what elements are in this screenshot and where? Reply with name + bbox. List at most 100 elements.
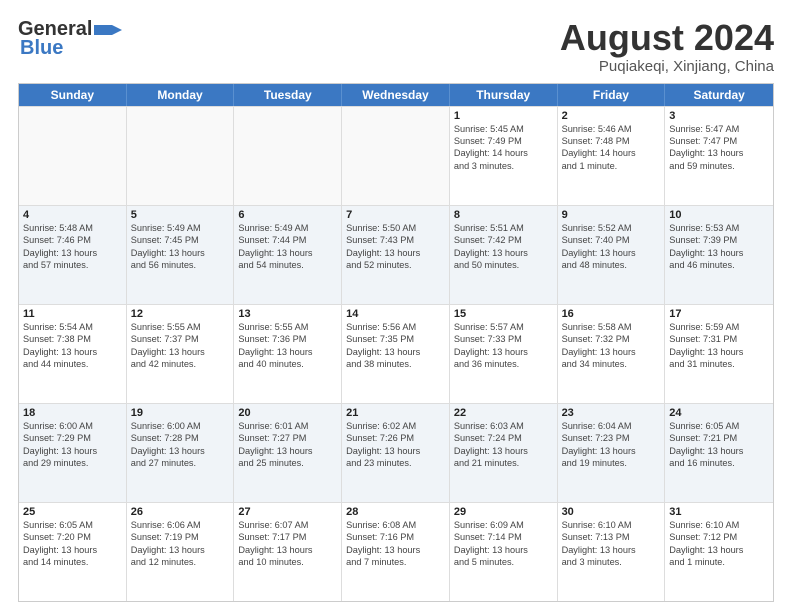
day-info: Sunrise: 6:03 AM Sunset: 7:24 PM Dayligh… [454,420,553,470]
calendar-cell: 9Sunrise: 5:52 AM Sunset: 7:40 PM Daylig… [558,206,666,304]
day-info: Sunrise: 5:50 AM Sunset: 7:43 PM Dayligh… [346,222,445,272]
day-number: 15 [454,308,553,320]
logo: General Blue [18,18,122,60]
day-info: Sunrise: 6:09 AM Sunset: 7:14 PM Dayligh… [454,519,553,569]
day-number: 17 [669,308,769,320]
day-number: 1 [454,110,553,122]
day-number: 10 [669,209,769,221]
day-info: Sunrise: 5:46 AM Sunset: 7:48 PM Dayligh… [562,123,661,173]
calendar-cell [127,107,235,205]
day-number: 19 [131,407,230,419]
calendar-cell: 8Sunrise: 5:51 AM Sunset: 7:42 PM Daylig… [450,206,558,304]
day-info: Sunrise: 6:08 AM Sunset: 7:16 PM Dayligh… [346,519,445,569]
day-info: Sunrise: 6:07 AM Sunset: 7:17 PM Dayligh… [238,519,337,569]
day-info: Sunrise: 5:57 AM Sunset: 7:33 PM Dayligh… [454,321,553,371]
calendar-cell: 3Sunrise: 5:47 AM Sunset: 7:47 PM Daylig… [665,107,773,205]
day-info: Sunrise: 6:01 AM Sunset: 7:27 PM Dayligh… [238,420,337,470]
calendar-cell: 1Sunrise: 5:45 AM Sunset: 7:49 PM Daylig… [450,107,558,205]
calendar-cell [234,107,342,205]
calendar-cell: 28Sunrise: 6:08 AM Sunset: 7:16 PM Dayli… [342,503,450,601]
calendar-cell: 11Sunrise: 5:54 AM Sunset: 7:38 PM Dayli… [19,305,127,403]
day-number: 21 [346,407,445,419]
day-number: 27 [238,506,337,518]
day-number: 24 [669,407,769,419]
weekday-header: Saturday [665,84,773,106]
day-info: Sunrise: 5:53 AM Sunset: 7:39 PM Dayligh… [669,222,769,272]
day-info: Sunrise: 5:49 AM Sunset: 7:44 PM Dayligh… [238,222,337,272]
calendar: SundayMondayTuesdayWednesdayThursdayFrid… [18,83,774,602]
weekday-header: Thursday [450,84,558,106]
day-info: Sunrise: 6:05 AM Sunset: 7:20 PM Dayligh… [23,519,122,569]
day-info: Sunrise: 5:47 AM Sunset: 7:47 PM Dayligh… [669,123,769,173]
calendar-cell: 7Sunrise: 5:50 AM Sunset: 7:43 PM Daylig… [342,206,450,304]
day-number: 26 [131,506,230,518]
day-info: Sunrise: 5:55 AM Sunset: 7:37 PM Dayligh… [131,321,230,371]
calendar-cell: 27Sunrise: 6:07 AM Sunset: 7:17 PM Dayli… [234,503,342,601]
logo-blue-text: Blue [20,37,63,60]
day-info: Sunrise: 6:06 AM Sunset: 7:19 PM Dayligh… [131,519,230,569]
day-number: 23 [562,407,661,419]
day-info: Sunrise: 6:02 AM Sunset: 7:26 PM Dayligh… [346,420,445,470]
calendar-row: 4Sunrise: 5:48 AM Sunset: 7:46 PM Daylig… [19,205,773,304]
calendar-cell [342,107,450,205]
day-info: Sunrise: 5:54 AM Sunset: 7:38 PM Dayligh… [23,321,122,371]
day-number: 2 [562,110,661,122]
day-number: 13 [238,308,337,320]
calendar-body: 1Sunrise: 5:45 AM Sunset: 7:49 PM Daylig… [19,106,773,601]
calendar-row: 25Sunrise: 6:05 AM Sunset: 7:20 PM Dayli… [19,502,773,601]
day-number: 30 [562,506,661,518]
day-info: Sunrise: 6:00 AM Sunset: 7:28 PM Dayligh… [131,420,230,470]
calendar-row: 18Sunrise: 6:00 AM Sunset: 7:29 PM Dayli… [19,403,773,502]
day-number: 3 [669,110,769,122]
page: General Blue August 2024 Puqiakeqi, Xinj… [0,0,792,612]
calendar-cell: 14Sunrise: 5:56 AM Sunset: 7:35 PM Dayli… [342,305,450,403]
main-title: August 2024 [560,18,774,58]
calendar-cell: 26Sunrise: 6:06 AM Sunset: 7:19 PM Dayli… [127,503,235,601]
day-number: 7 [346,209,445,221]
logo-arrow-icon [94,21,122,39]
day-number: 4 [23,209,122,221]
day-number: 11 [23,308,122,320]
calendar-cell: 23Sunrise: 6:04 AM Sunset: 7:23 PM Dayli… [558,404,666,502]
day-number: 20 [238,407,337,419]
calendar-cell: 22Sunrise: 6:03 AM Sunset: 7:24 PM Dayli… [450,404,558,502]
calendar-cell: 13Sunrise: 5:55 AM Sunset: 7:36 PM Dayli… [234,305,342,403]
day-number: 12 [131,308,230,320]
day-number: 16 [562,308,661,320]
day-info: Sunrise: 6:00 AM Sunset: 7:29 PM Dayligh… [23,420,122,470]
day-info: Sunrise: 6:05 AM Sunset: 7:21 PM Dayligh… [669,420,769,470]
day-number: 8 [454,209,553,221]
calendar-cell: 29Sunrise: 6:09 AM Sunset: 7:14 PM Dayli… [450,503,558,601]
calendar-cell: 21Sunrise: 6:02 AM Sunset: 7:26 PM Dayli… [342,404,450,502]
calendar-cell: 20Sunrise: 6:01 AM Sunset: 7:27 PM Dayli… [234,404,342,502]
day-info: Sunrise: 5:48 AM Sunset: 7:46 PM Dayligh… [23,222,122,272]
calendar-cell: 12Sunrise: 5:55 AM Sunset: 7:37 PM Dayli… [127,305,235,403]
day-number: 31 [669,506,769,518]
day-info: Sunrise: 5:45 AM Sunset: 7:49 PM Dayligh… [454,123,553,173]
calendar-cell: 19Sunrise: 6:00 AM Sunset: 7:28 PM Dayli… [127,404,235,502]
day-number: 18 [23,407,122,419]
calendar-cell: 2Sunrise: 5:46 AM Sunset: 7:48 PM Daylig… [558,107,666,205]
header: General Blue August 2024 Puqiakeqi, Xinj… [18,18,774,75]
calendar-row: 1Sunrise: 5:45 AM Sunset: 7:49 PM Daylig… [19,106,773,205]
weekday-header: Tuesday [234,84,342,106]
day-number: 25 [23,506,122,518]
calendar-cell: 30Sunrise: 6:10 AM Sunset: 7:13 PM Dayli… [558,503,666,601]
calendar-cell: 4Sunrise: 5:48 AM Sunset: 7:46 PM Daylig… [19,206,127,304]
calendar-cell: 6Sunrise: 5:49 AM Sunset: 7:44 PM Daylig… [234,206,342,304]
day-info: Sunrise: 6:10 AM Sunset: 7:13 PM Dayligh… [562,519,661,569]
day-info: Sunrise: 5:49 AM Sunset: 7:45 PM Dayligh… [131,222,230,272]
weekday-header: Sunday [19,84,127,106]
day-info: Sunrise: 5:52 AM Sunset: 7:40 PM Dayligh… [562,222,661,272]
calendar-cell: 5Sunrise: 5:49 AM Sunset: 7:45 PM Daylig… [127,206,235,304]
weekday-header: Monday [127,84,235,106]
calendar-cell: 25Sunrise: 6:05 AM Sunset: 7:20 PM Dayli… [19,503,127,601]
calendar-cell [19,107,127,205]
weekday-header: Friday [558,84,666,106]
day-number: 5 [131,209,230,221]
subtitle: Puqiakeqi, Xinjiang, China [560,58,774,75]
day-info: Sunrise: 6:10 AM Sunset: 7:12 PM Dayligh… [669,519,769,569]
day-number: 29 [454,506,553,518]
calendar-cell: 31Sunrise: 6:10 AM Sunset: 7:12 PM Dayli… [665,503,773,601]
day-number: 14 [346,308,445,320]
